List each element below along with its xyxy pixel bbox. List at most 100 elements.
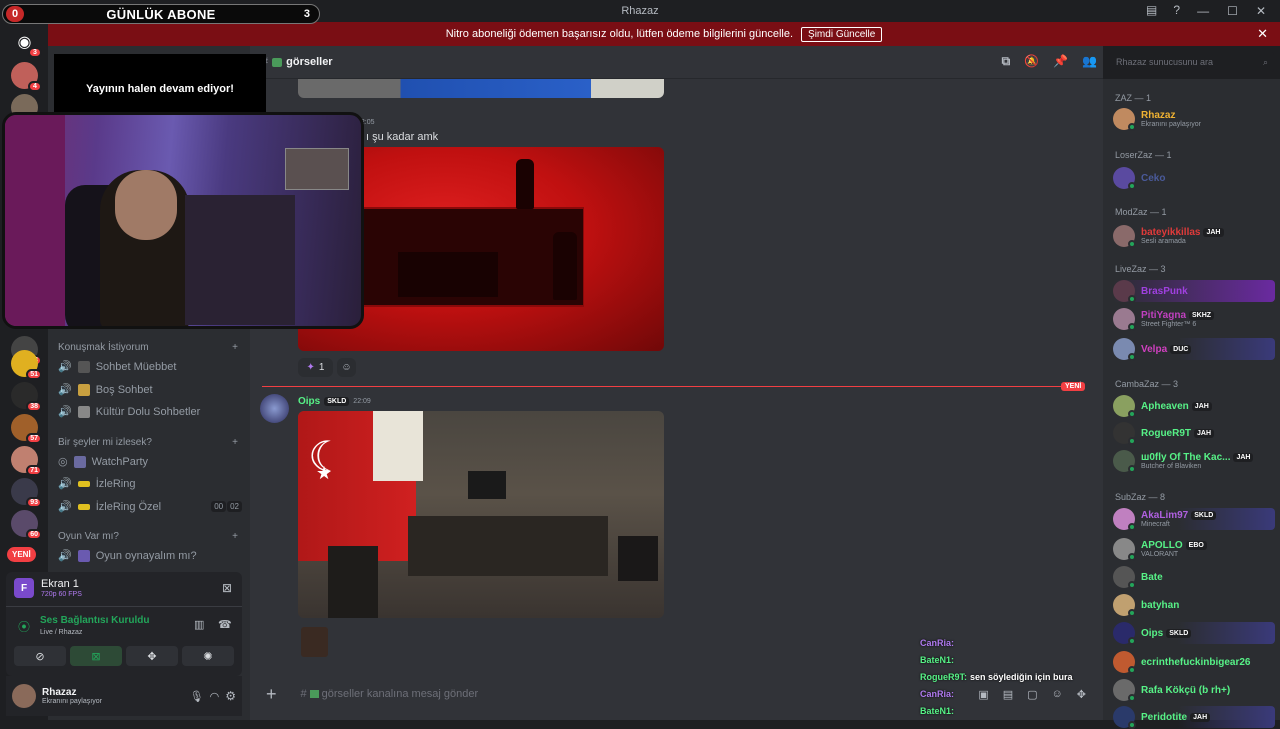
member-item[interactable]: APOLLO EBO VALORANT bbox=[1113, 538, 1275, 561]
add-channel-icon[interactable]: + bbox=[232, 342, 238, 353]
minimize-button[interactable]: — bbox=[1197, 4, 1209, 18]
search-input[interactable]: Rhazaz sunucusunu ara ⌕ bbox=[1110, 52, 1274, 72]
server-icon[interactable]: 51 bbox=[11, 350, 42, 380]
server-icon[interactable]: 57 bbox=[11, 414, 42, 444]
close-icon[interactable]: ✕ bbox=[1257, 26, 1268, 42]
add-channel-icon[interactable]: + bbox=[232, 531, 238, 542]
server-icon[interactable]: 71 bbox=[11, 446, 42, 476]
badge: 57 bbox=[26, 433, 42, 444]
member-info: Peridotite JAH bbox=[1141, 711, 1211, 723]
stop-stream-icon[interactable]: ⊠ bbox=[222, 581, 232, 595]
settings-icon[interactable]: ⚙ bbox=[225, 689, 236, 703]
user-info[interactable]: Rhazaz Ekranını paylaşıyor bbox=[42, 687, 184, 705]
member-name-row: Apheaven JAH bbox=[1141, 401, 1212, 412]
noise-suppression-icon[interactable]: ▥ bbox=[194, 618, 204, 631]
avatar bbox=[1113, 225, 1136, 248]
soundboard-button[interactable]: ✺ bbox=[182, 646, 234, 666]
member-name-row: Velpa DUC bbox=[1141, 344, 1192, 355]
attachment-image[interactable] bbox=[298, 79, 664, 98]
voice-location[interactable]: Live / Rhazaz bbox=[40, 629, 82, 636]
member-name: Peridotite bbox=[1141, 711, 1188, 723]
reaction-button[interactable]: ✦ 1 bbox=[298, 358, 333, 377]
server-icon[interactable]: 38 bbox=[11, 382, 42, 412]
member-item[interactable]: Peridotite JAH bbox=[1113, 706, 1275, 729]
member-group-header: CambaZaz — 3 bbox=[1115, 379, 1179, 389]
status-dot bbox=[1128, 437, 1136, 445]
server-icon[interactable]: 60 bbox=[11, 510, 42, 540]
speaker-icon: 🔊 bbox=[58, 406, 72, 418]
member-item[interactable]: Rafa Kökçü (b rh+) bbox=[1113, 679, 1275, 702]
voice-channel[interactable]: 🔊 Oyun oynayalım mı? bbox=[58, 549, 242, 562]
webcam-shelf bbox=[185, 195, 295, 325]
voice-channel[interactable]: 🔊 Sohbet Müebbet bbox=[58, 360, 242, 373]
category-header[interactable]: Konuşmak İstiyorum + bbox=[58, 342, 238, 353]
server-icon[interactable]: 4 bbox=[11, 62, 42, 92]
member-name-row: AkaLim97 SKLD bbox=[1141, 510, 1217, 521]
category-header[interactable]: Oyun Var mı? + bbox=[58, 531, 238, 542]
window-title: Rhazaz bbox=[621, 5, 659, 17]
close-window-button[interactable]: ✕ bbox=[1256, 4, 1266, 18]
microphone-icon[interactable]: 🎙 bbox=[190, 690, 204, 703]
connection-status[interactable]: Ses Bağlantısı Kuruldu bbox=[40, 615, 149, 626]
member-item[interactable]: ecrinthefuckinbigear26 bbox=[1113, 651, 1275, 674]
chat-username: CanRia: bbox=[920, 637, 955, 648]
sticker-image[interactable] bbox=[301, 627, 328, 657]
avatar[interactable] bbox=[260, 394, 289, 423]
notifications-icon[interactable]: 🔕 bbox=[1024, 54, 1039, 69]
stage-channel[interactable]: ◎ WatchParty bbox=[58, 455, 242, 468]
speaker-icon: 🔊 bbox=[58, 550, 72, 562]
headphones-icon[interactable]: ◠ bbox=[210, 690, 220, 703]
status-dot bbox=[1128, 666, 1136, 674]
message-header: Oips SKLD 22:09 bbox=[298, 396, 371, 407]
badge: 38 bbox=[26, 401, 42, 412]
speaker-icon: 🔊 bbox=[58, 501, 72, 513]
inbox-icon[interactable]: ▤ bbox=[1146, 3, 1157, 17]
member-item[interactable]: batyhan bbox=[1113, 594, 1275, 617]
add-reaction-icon[interactable]: ☺ bbox=[337, 358, 356, 377]
member-item[interactable]: Ceko bbox=[1113, 167, 1275, 190]
member-group-header: LoserZaz — 1 bbox=[1115, 150, 1172, 160]
threads-icon[interactable]: ⧉ bbox=[1002, 54, 1011, 69]
member-item[interactable]: Rhazaz Ekranını paylaşıyor bbox=[1113, 108, 1275, 131]
message-author[interactable]: Oips bbox=[298, 396, 320, 407]
voice-channel[interactable]: 🔊 İzleRing Özel 00 02 bbox=[58, 500, 242, 513]
member-item[interactable]: RogueR9T JAH bbox=[1113, 422, 1275, 445]
attachment-image[interactable]: ☾ ★ bbox=[298, 411, 664, 618]
camera-off-button[interactable]: ⊘ bbox=[14, 646, 66, 666]
picture-icon bbox=[309, 690, 319, 698]
voice-channel[interactable]: 🔊 Kültür Dolu Sohbetler bbox=[58, 405, 242, 418]
counter-right: 3 bbox=[303, 8, 311, 20]
member-item[interactable]: ш0fly Of The Kac... JAH Butcher of Blavike… bbox=[1113, 450, 1275, 473]
member-list-icon[interactable]: 👥 bbox=[1082, 54, 1097, 69]
overlay-chat-line: RogueR9T: sen söylediğin için bura bbox=[920, 668, 1073, 685]
maximize-button[interactable]: ☐ bbox=[1227, 4, 1238, 18]
new-servers-pill[interactable]: YENİ bbox=[7, 547, 36, 562]
apps-icon[interactable]: ✥ bbox=[1077, 688, 1086, 701]
category-header[interactable]: Bir şeyler mi izlesek? + bbox=[58, 437, 238, 448]
help-icon[interactable]: ? bbox=[1173, 3, 1180, 17]
update-payment-button[interactable]: Şimdi Güncelle bbox=[801, 26, 883, 42]
activities-button[interactable]: ✥ bbox=[126, 646, 178, 666]
discord-home-icon[interactable]: ◉ 3 bbox=[11, 28, 42, 58]
member-item[interactable]: bateyikkillas JAH Sesli aramada bbox=[1113, 225, 1275, 248]
avatar[interactable] bbox=[12, 684, 36, 708]
voice-channel[interactable]: 🔊 Boş Sohbet bbox=[58, 383, 242, 396]
share-screen-button[interactable]: ⊠ bbox=[70, 646, 122, 666]
voice-channel[interactable]: 🔊 İzleRing bbox=[58, 477, 242, 491]
overlay-chat-line: CanRia: bbox=[920, 634, 1073, 651]
pin-icon[interactable]: 📌 bbox=[1053, 54, 1068, 69]
member-item[interactable]: AkaLim97 SKLD Minecraft bbox=[1113, 508, 1275, 531]
member-item[interactable]: Oips SKLD bbox=[1113, 622, 1275, 645]
member-item[interactable]: PitiYagna SKHZ Street Fighter™ 6 bbox=[1113, 308, 1275, 331]
member-info: APOLLO EBO VALORANT bbox=[1141, 540, 1207, 558]
badge: 93 bbox=[26, 497, 42, 508]
member-item[interactable]: Apheaven JAH bbox=[1113, 395, 1275, 418]
member-item[interactable]: Bate bbox=[1113, 566, 1275, 589]
member-name: bateyikkillas bbox=[1141, 227, 1201, 238]
add-attachment-icon[interactable]: + bbox=[266, 684, 277, 705]
add-channel-icon[interactable]: + bbox=[232, 437, 238, 448]
server-icon[interactable]: 93 bbox=[11, 478, 42, 508]
disconnect-icon[interactable]: ☎ bbox=[218, 618, 232, 631]
member-item[interactable]: Velpa DUC bbox=[1113, 338, 1275, 361]
member-item[interactable]: BrasPunk bbox=[1113, 280, 1275, 303]
